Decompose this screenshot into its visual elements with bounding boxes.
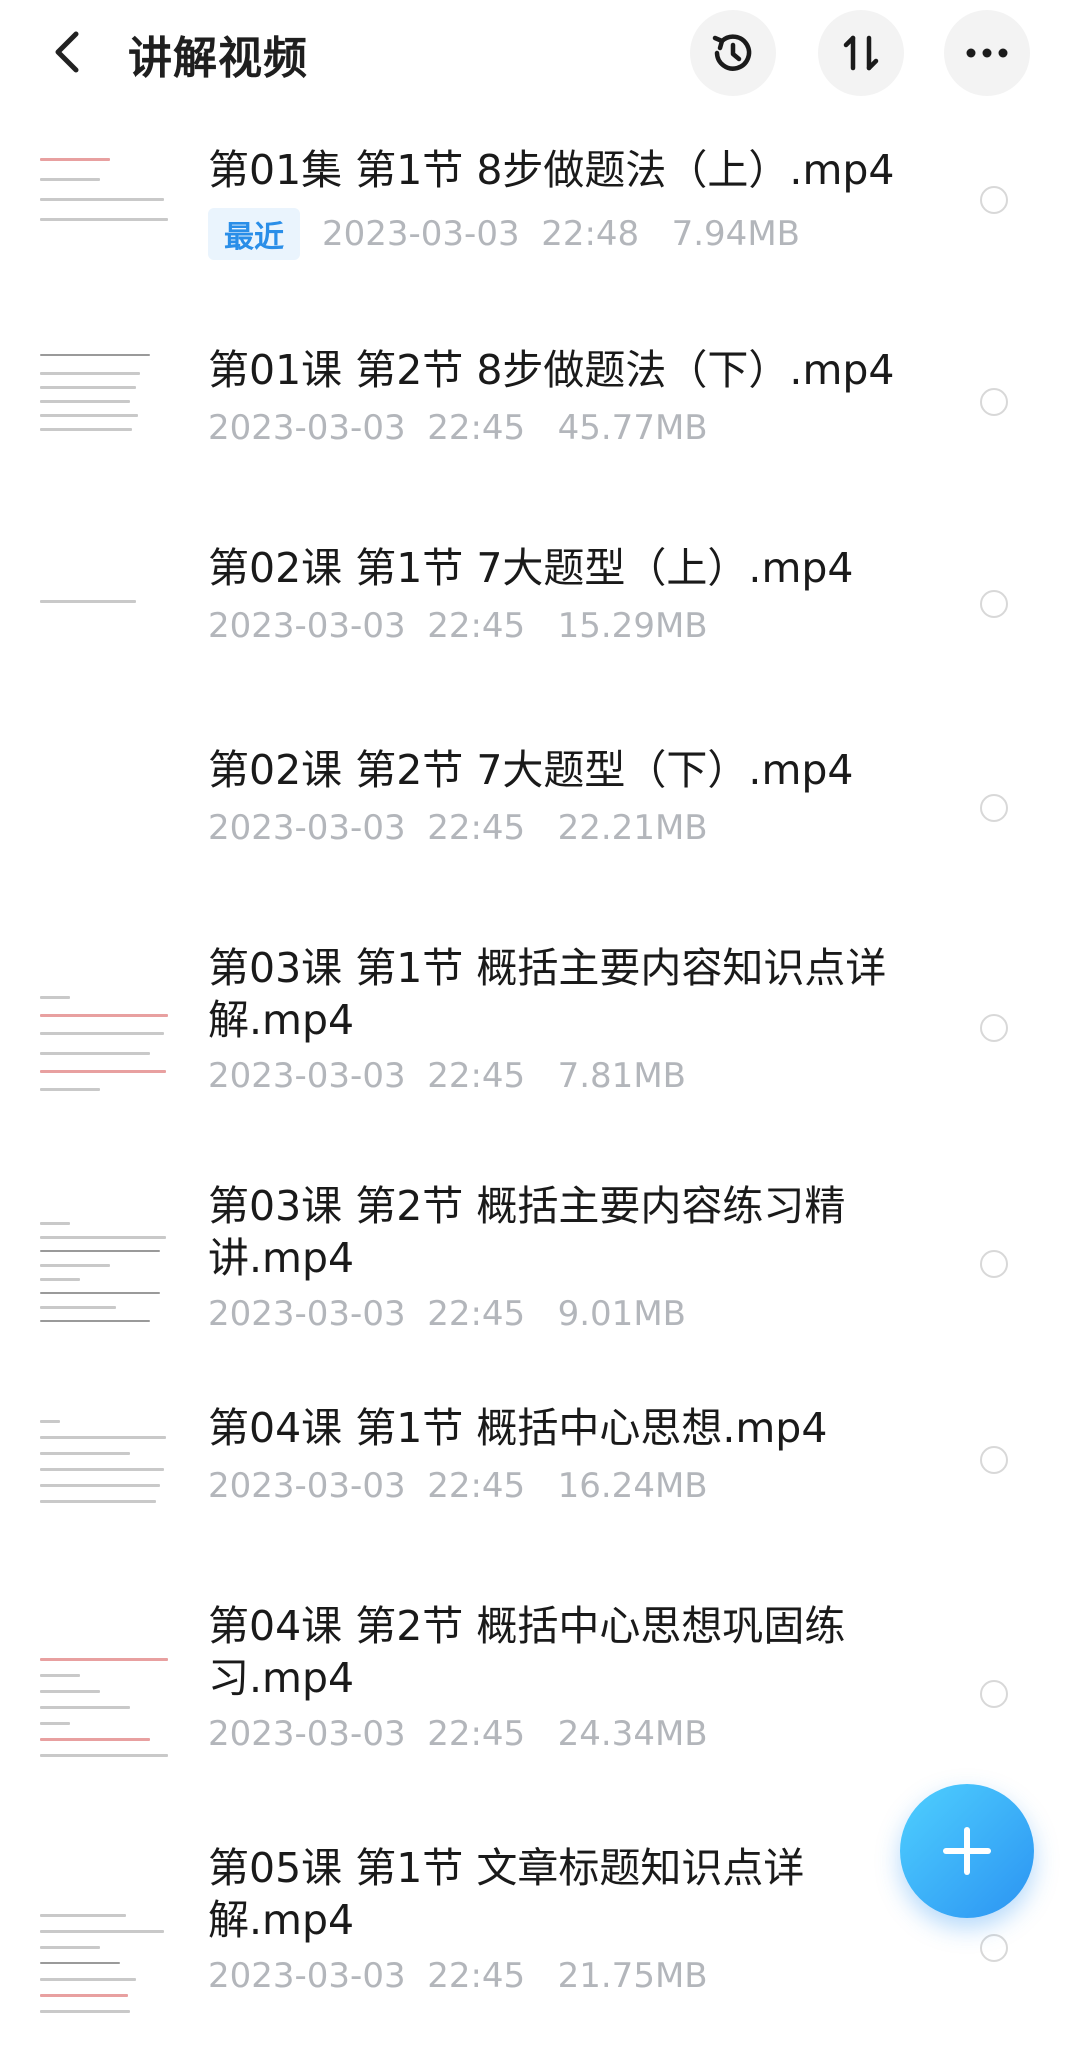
select-radio[interactable]	[980, 794, 1008, 822]
add-button[interactable]	[900, 1784, 1034, 1918]
file-name: 第04课 第1节 概括中心思想.mp4	[208, 1404, 828, 1452]
file-name: 第03课 第1节 概括主要内容知识点详解.mp4	[208, 944, 887, 1044]
video-thumbnail	[40, 1910, 172, 2030]
file-meta: 2023-03-03 22:45 9.01MB	[208, 1294, 686, 1334]
file-name: 第01课 第2节 8步做题法（下）.mp4	[208, 346, 895, 394]
video-thumbnail	[40, 1654, 172, 1774]
file-meta: 2023-03-03 22:48 7.94MB	[322, 214, 800, 254]
sort-icon	[843, 35, 879, 71]
file-item[interactable]: 第02课 第1节 7大题型（上）.mp4 2023-03-03 22:45 15…	[0, 510, 1080, 710]
file-meta: 2023-03-03 22:45 22.21MB	[208, 808, 708, 848]
video-thumbnail	[40, 350, 172, 470]
file-meta: 2023-03-03 22:45 45.77MB	[208, 408, 708, 448]
select-radio[interactable]	[980, 186, 1008, 214]
file-item[interactable]: 第03课 第2节 概括主要内容练习精讲.mp4 2023-03-03 22:45…	[0, 1150, 1080, 1370]
select-radio[interactable]	[980, 1446, 1008, 1474]
file-name: 第03课 第2节 概括主要内容练习精讲.mp4	[208, 1182, 846, 1282]
select-radio[interactable]	[980, 388, 1008, 416]
file-item[interactable]: 第04课 第2节 概括中心思想巩固练习.mp4 2023-03-03 22:45…	[0, 1570, 1080, 1810]
select-radio[interactable]	[980, 1250, 1008, 1278]
more-button[interactable]	[944, 10, 1030, 96]
more-icon	[966, 48, 1008, 58]
video-thumbnail	[40, 990, 172, 1110]
file-item[interactable]: 第01集 第1节 8步做题法（上）.mp4 最近 2023-03-03 22:4…	[0, 110, 1080, 310]
video-thumbnail	[40, 1416, 172, 1536]
file-meta: 2023-03-03 22:45 21.75MB	[208, 1956, 708, 1996]
back-icon	[55, 31, 79, 73]
file-meta: 2023-03-03 22:45 15.29MB	[208, 606, 708, 646]
file-item[interactable]: 第04课 第1节 概括中心思想.mp4 2023-03-03 22:45 16.…	[0, 1370, 1080, 1570]
file-name: 第04课 第2节 概括中心思想巩固练习.mp4	[208, 1602, 846, 1702]
video-thumbnail	[40, 154, 172, 274]
select-radio[interactable]	[980, 1014, 1008, 1042]
video-thumbnail	[40, 1216, 172, 1336]
file-item[interactable]: 第02课 第2节 7大题型（下）.mp4 2023-03-03 22:45 22…	[0, 710, 1080, 910]
file-meta: 2023-03-03 22:45 7.81MB	[208, 1056, 686, 1096]
back-button[interactable]	[44, 28, 92, 76]
page-title: 讲解视频	[128, 33, 308, 84]
sort-button[interactable]	[818, 10, 904, 96]
history-icon	[712, 34, 752, 71]
file-meta-row: 最近 2023-03-03 22:48 7.94MB	[208, 208, 800, 260]
history-button[interactable]	[690, 10, 776, 96]
file-meta: 2023-03-03 22:45 16.24MB	[208, 1466, 708, 1506]
file-name: 第02课 第2节 7大题型（下）.mp4	[208, 746, 854, 794]
plus-icon	[943, 1827, 991, 1875]
video-thumbnail	[40, 750, 172, 870]
select-radio[interactable]	[980, 1934, 1008, 1962]
file-name: 第02课 第1节 7大题型（上）.mp4	[208, 544, 854, 592]
select-radio[interactable]	[980, 1680, 1008, 1708]
file-item[interactable]: 第01课 第2节 8步做题法（下）.mp4 2023-03-03 22:45 4…	[0, 310, 1080, 510]
file-item[interactable]: 第03课 第1节 概括主要内容知识点详解.mp4 2023-03-03 22:4…	[0, 910, 1080, 1150]
recent-badge: 最近	[208, 208, 300, 260]
video-thumbnail	[40, 580, 172, 700]
file-name: 第01集 第1节 8步做题法（上）.mp4	[208, 146, 895, 194]
select-radio[interactable]	[980, 590, 1008, 618]
file-meta: 2023-03-03 22:45 24.34MB	[208, 1714, 708, 1754]
top-bar: 讲解视频	[0, 0, 1080, 110]
file-name: 第05课 第1节 文章标题知识点详解.mp4	[208, 1844, 805, 1944]
